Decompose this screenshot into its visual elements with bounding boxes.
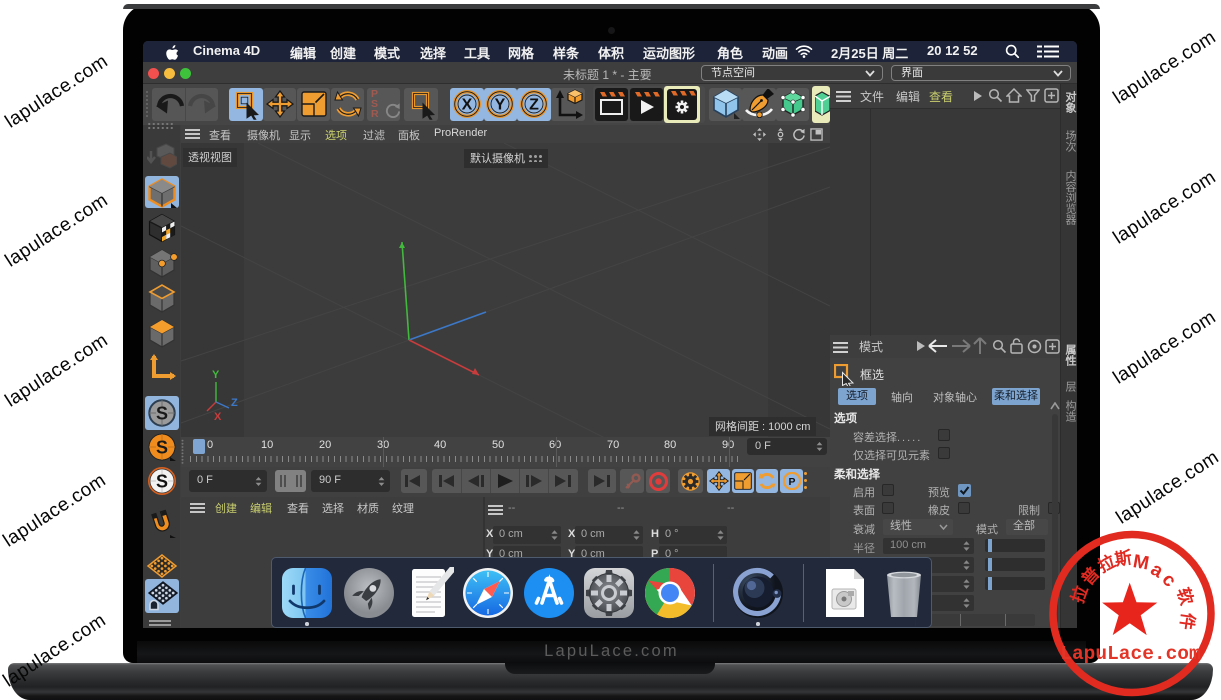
svg-text:Z: Z — [529, 97, 539, 114]
svg-text:LapuLace.com: LapuLace.com — [1060, 643, 1200, 665]
svg-text:S: S — [156, 438, 168, 458]
svg-text:Z: Z — [231, 397, 238, 409]
svg-text:M: M — [1131, 551, 1150, 574]
svg-text:P: P — [789, 477, 796, 488]
svg-text:S: S — [156, 404, 168, 424]
svg-text:X: X — [214, 411, 222, 423]
svg-text:斯: 斯 — [1113, 547, 1133, 569]
svg-text:Y: Y — [212, 369, 220, 381]
svg-text:Y: Y — [495, 97, 506, 114]
svg-text:件: 件 — [1176, 611, 1198, 631]
svg-text:X: X — [462, 97, 473, 114]
svg-text:S: S — [156, 472, 168, 492]
svg-text:软: 软 — [1173, 585, 1197, 607]
